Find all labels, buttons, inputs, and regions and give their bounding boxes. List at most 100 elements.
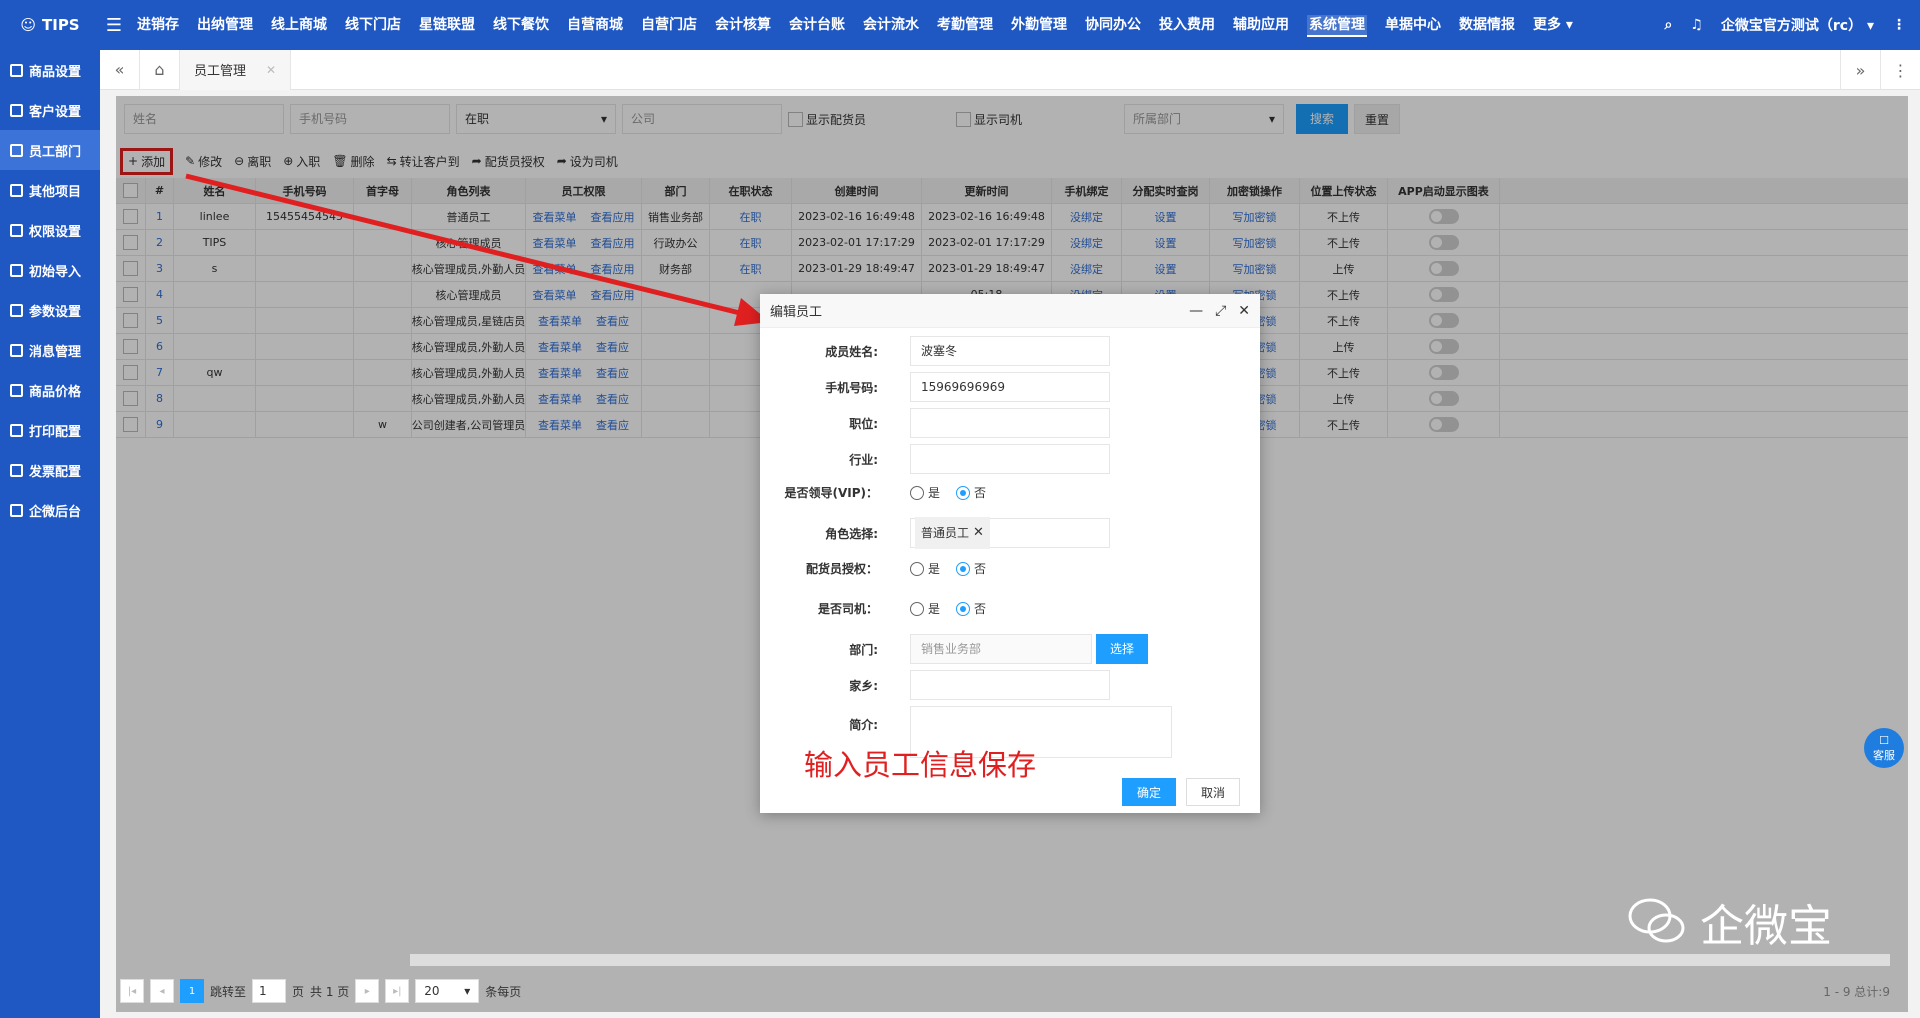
close-icon[interactable]: ✕ (1238, 303, 1250, 319)
minimize-icon[interactable]: — (1189, 303, 1203, 319)
position-row: 职位: (760, 408, 1110, 438)
topnav-item[interactable]: 协同办公 (1076, 0, 1150, 50)
radio-dot (956, 561, 971, 576)
menu-toggle-icon[interactable]: ☰ (100, 15, 128, 36)
dept-row: 部门: 销售业务部 选择 (760, 634, 1149, 664)
sidebar-item-label: 企微后台 (29, 504, 82, 520)
sidebar-item-label: 打印配置 (29, 424, 82, 440)
maximize-icon[interactable]: ⤢ (1215, 303, 1226, 319)
topnav-label: 单据中心 (1385, 17, 1441, 33)
topnav-item[interactable]: 会计核算 (706, 0, 780, 50)
topnav-item[interactable]: 外勤管理 (1002, 0, 1076, 50)
topnav-item[interactable]: 会计台账 (780, 0, 854, 50)
sidebar-item[interactable]: 企微后台 (0, 490, 100, 530)
dept-label: 部门: (849, 642, 878, 657)
menu-item-icon (10, 143, 23, 157)
radio-label: 否 (974, 562, 987, 576)
tab-employee-management[interactable]: 员工管理 ✕ (180, 49, 292, 90)
home-icon[interactable]: ⌂ (140, 49, 180, 90)
topnav-item[interactable]: 线上商城 (262, 0, 336, 50)
name-field[interactable]: 波塞冬 (910, 336, 1110, 366)
remove-tag-icon[interactable]: ✕ (973, 519, 984, 547)
sidebar-item-label: 消息管理 (29, 344, 82, 360)
bell-icon[interactable]: ♫ (1690, 17, 1703, 33)
choose-dept-button[interactable]: 选择 (1096, 634, 1149, 664)
tab-close-icon[interactable]: ✕ (266, 63, 276, 77)
topnav-item[interactable]: 线下餐饮 (484, 0, 558, 50)
topnav-item[interactable]: 更多 ▾ (1524, 0, 1582, 50)
horizontal-scrollbar[interactable] (410, 954, 1890, 966)
topnav-item[interactable]: 自营门店 (632, 0, 706, 50)
page-unit: 页 (292, 984, 305, 999)
sidebar-item-label: 发票配置 (29, 464, 82, 480)
sidebar-item[interactable]: 客户设置 (0, 90, 100, 130)
driver-yes-radio[interactable]: 是 (910, 600, 940, 617)
sidebar-item[interactable]: 权限设置 (0, 210, 100, 250)
topnav-item[interactable]: 进销存 (128, 0, 188, 50)
topnav-item[interactable]: 自营商城 (558, 0, 632, 50)
confirm-button[interactable]: 确定 (1121, 778, 1176, 806)
sidebar-item[interactable]: 参数设置 (0, 290, 100, 330)
topnav-item[interactable]: 数据情报 (1450, 0, 1524, 50)
sidebar-item[interactable]: 其他项目 (0, 170, 100, 210)
search-icon[interactable]: ⌕ (1664, 17, 1672, 33)
topnav-item[interactable]: 辅助应用 (1224, 0, 1298, 50)
hometown-label: 家乡: (849, 678, 878, 693)
topnav-item[interactable]: 系统管理 (1298, 0, 1376, 50)
topnav-item[interactable]: 线下门店 (336, 0, 410, 50)
company-switcher[interactable]: 企微宝官方测试（rc） ▾ (1721, 15, 1874, 35)
topnav-label: 线上商城 (271, 17, 327, 33)
topnav-label: 自营商城 (567, 17, 623, 33)
edit-employee-dialog: 编辑员工 — ⤢ ✕ 成员姓名: 波塞冬 手机号码: 15969696969 职… (760, 294, 1260, 813)
dialog-header: 编辑员工 — ⤢ ✕ (760, 294, 1260, 328)
vip-yes-radio[interactable]: 是 (910, 484, 940, 501)
role-select[interactable]: 普通员工 ✕ (910, 517, 1110, 549)
first-page-icon[interactable]: |◂ (120, 979, 144, 1003)
hometown-field[interactable] (910, 670, 1110, 700)
delivery-no-radio[interactable]: 否 (956, 560, 986, 577)
position-field[interactable] (910, 408, 1110, 438)
topnav-item[interactable]: 出纳管理 (188, 0, 262, 50)
dept-field[interactable]: 销售业务部 (910, 634, 1092, 664)
sidebar-item[interactable]: 初始导入 (0, 250, 100, 290)
prev-page-icon[interactable]: ◂ (150, 979, 174, 1003)
delivery-yes-radio[interactable]: 是 (910, 560, 940, 577)
more-vert-icon[interactable]: ⋮ (1880, 50, 1920, 90)
page-size-select[interactable]: 20 ▾ (415, 979, 480, 1003)
sidebar-item[interactable]: 员工部门 (0, 130, 100, 170)
brand[interactable]: ☺ TIPS (0, 16, 100, 34)
sidebar-item[interactable]: 商品设置 (0, 50, 100, 90)
menu-item-icon (10, 223, 23, 237)
topnav-item[interactable]: 考勤管理 (928, 0, 1002, 50)
role-tag: 普通员工 ✕ (915, 517, 990, 549)
industry-field[interactable] (910, 444, 1110, 474)
driver-row: 是否司机： 是 否 (760, 600, 986, 617)
topnav-item[interactable]: 星链联盟 (410, 0, 484, 50)
sidebar-item[interactable]: 打印配置 (0, 410, 100, 450)
topnav-item[interactable]: 会计流水 (854, 0, 928, 50)
tab-label: 员工管理 (194, 64, 247, 79)
sidebar-item[interactable]: 发票配置 (0, 450, 100, 490)
sidebar-item[interactable]: 消息管理 (0, 330, 100, 370)
radio-label: 是 (928, 486, 941, 500)
page-current[interactable]: 1 (180, 979, 204, 1003)
scroll-right-icon[interactable]: » (1840, 50, 1880, 90)
more-vert-icon[interactable]: ⋮ (1892, 17, 1906, 33)
vip-no-radio[interactable]: 否 (956, 484, 986, 501)
topnav-label: 投入费用 (1159, 17, 1215, 33)
role-row: 角色选择: 普通员工 ✕ (760, 517, 1110, 549)
topnav-item[interactable]: 单据中心 (1376, 0, 1450, 50)
industry-row: 行业: (760, 444, 1110, 474)
next-page-icon[interactable]: ▸ (355, 979, 380, 1003)
collapse-left-icon[interactable]: « (100, 49, 140, 90)
sidebar-item[interactable]: 商品价格 (0, 370, 100, 410)
customer-service-button[interactable]: ☐ 客服 (1864, 728, 1904, 768)
menu-item-icon (10, 63, 23, 77)
jump-input[interactable]: 1 (252, 979, 287, 1003)
topnav-label: 线下门店 (345, 17, 401, 33)
last-page-icon[interactable]: ▸| (385, 979, 410, 1003)
driver-no-radio[interactable]: 否 (956, 600, 986, 617)
phone-field[interactable]: 15969696969 (910, 372, 1110, 402)
cancel-button[interactable]: 取消 (1185, 778, 1240, 806)
topnav-item[interactable]: 投入费用 (1150, 0, 1224, 50)
